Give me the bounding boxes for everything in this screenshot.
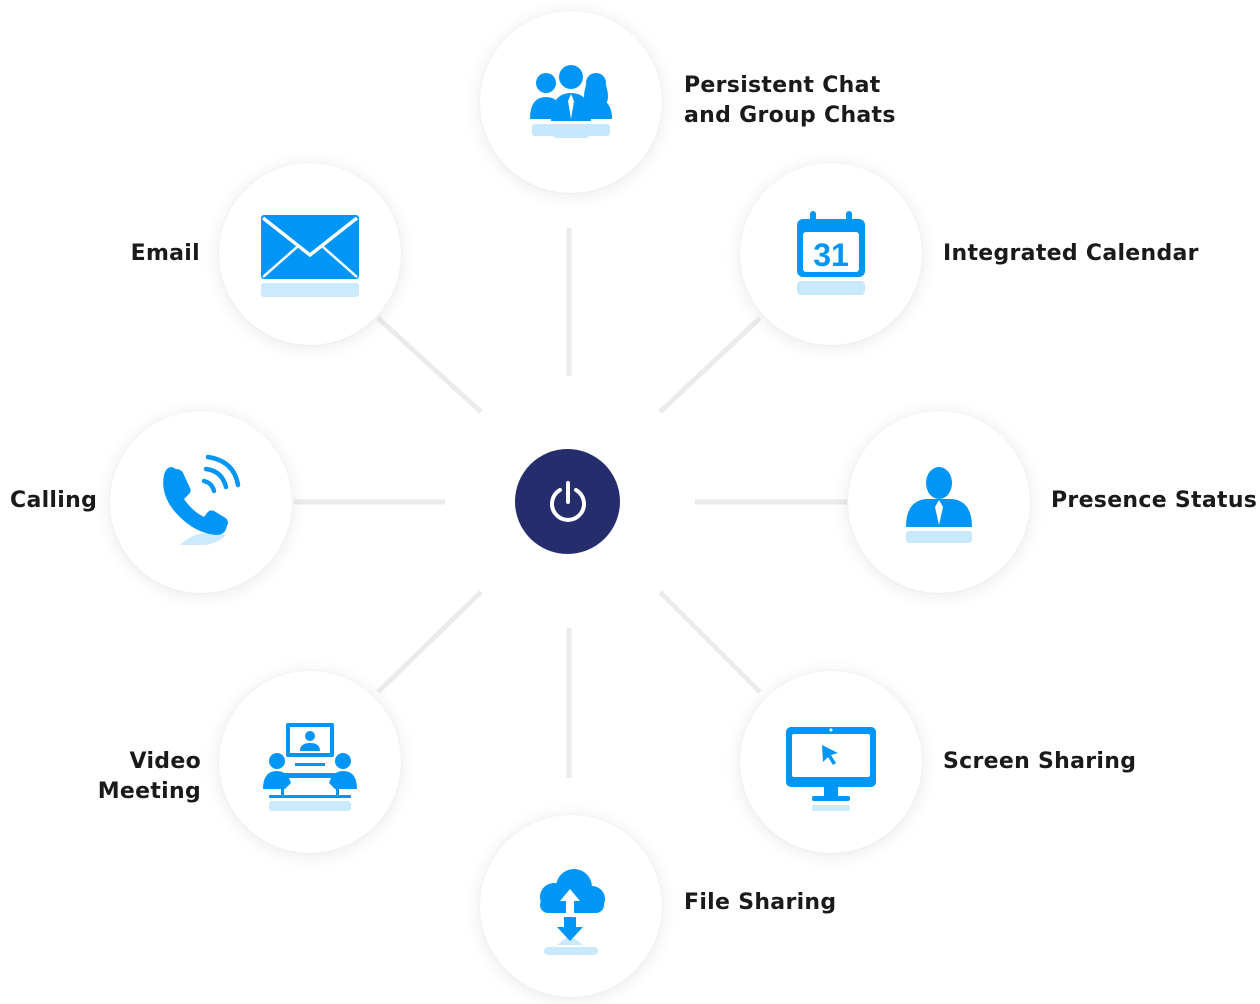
feature-diagram: Persistent Chat and Group Chats 31 Integ… bbox=[0, 0, 1260, 1004]
monitor-cursor-icon bbox=[786, 727, 876, 811]
power-icon bbox=[549, 480, 586, 522]
node-file-sharing bbox=[480, 815, 662, 997]
node-screen-sharing bbox=[740, 671, 922, 853]
connector-bottom-left bbox=[376, 590, 483, 694]
label-integrated-calendar: Integrated Calendar bbox=[943, 241, 1199, 266]
node-email bbox=[219, 163, 401, 345]
node-calling bbox=[110, 411, 292, 593]
connector-bottom-right bbox=[658, 590, 762, 694]
node-persistent-chat bbox=[480, 11, 662, 193]
phone-ringing-icon bbox=[163, 454, 241, 545]
label-persistent-chat: Persistent Chat and Group Chats bbox=[684, 73, 896, 128]
center-hub bbox=[515, 449, 620, 554]
node-presence-status bbox=[848, 411, 1030, 593]
connector-top-right bbox=[658, 316, 762, 414]
calendar-icon: 31 bbox=[797, 211, 865, 295]
person-icon bbox=[906, 467, 972, 543]
label-video-meeting: Video Meeting bbox=[97, 749, 201, 804]
node-video-meeting bbox=[219, 671, 401, 853]
envelope-icon bbox=[261, 215, 359, 297]
connector-top-left bbox=[376, 316, 483, 414]
cloud-upload-download-icon bbox=[540, 869, 605, 955]
label-file-sharing: File Sharing bbox=[684, 890, 837, 915]
label-email: Email bbox=[130, 241, 200, 266]
video-conference-icon bbox=[263, 723, 357, 811]
calendar-date: 31 bbox=[813, 237, 849, 273]
label-presence-status: Presence Status bbox=[1051, 488, 1258, 513]
node-integrated-calendar: 31 bbox=[740, 163, 922, 345]
label-calling: Calling bbox=[10, 488, 98, 513]
label-screen-sharing: Screen Sharing bbox=[943, 749, 1137, 774]
group-people-icon bbox=[530, 65, 612, 138]
